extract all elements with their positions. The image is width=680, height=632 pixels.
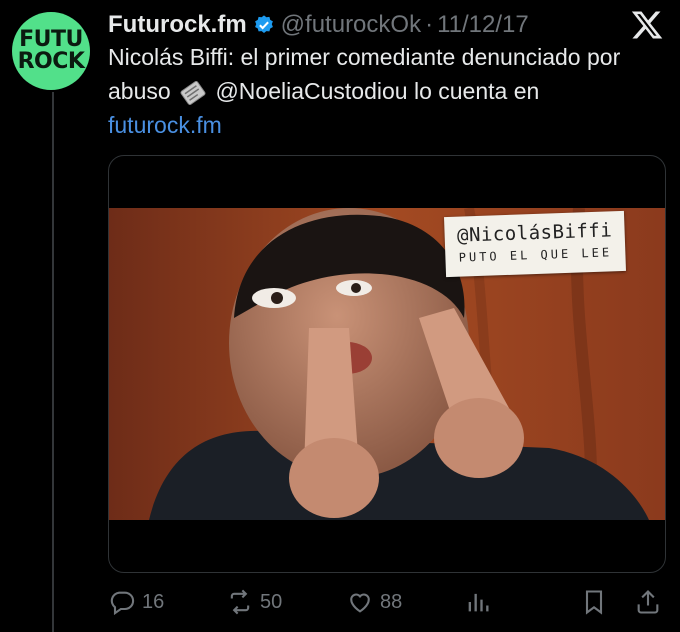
header-separator: · (425, 11, 434, 38)
avatar[interactable]: FUTU ROCK (12, 12, 90, 90)
like-button[interactable]: 88 (346, 588, 402, 616)
like-icon (350, 593, 370, 613)
views-icon (468, 593, 489, 612)
tweet-link[interactable]: futurock.fm (108, 112, 222, 138)
tweet-text-mention[interactable]: @NoeliaCustodiou lo cuenta en (215, 78, 539, 104)
action-bar: 16 50 88 (108, 584, 668, 620)
views-button[interactable] (464, 588, 498, 616)
newspaper-icon (180, 80, 206, 105)
share-icon (637, 590, 659, 614)
reply-button[interactable]: 16 (108, 588, 164, 616)
tweet-text: Nicolás Biffi: el primer comediante denu… (108, 40, 668, 142)
avatar-text-bottom: ROCK (17, 49, 85, 74)
photo-sign: @NicolásBiffi PUTO EL QUE LEE (444, 210, 626, 278)
reply-count: 16 (142, 590, 165, 613)
avatar-text-top: FUTU (19, 27, 83, 52)
like-count: 88 (380, 590, 403, 613)
author-name[interactable]: Futurock.fm (108, 11, 247, 39)
share-button[interactable] (634, 588, 668, 616)
tweet-header: Futurock.fm @futurockOk · 11/12/17 (108, 10, 660, 40)
author-handle[interactable]: @futurockOk (281, 11, 421, 39)
retweet-count: 50 (260, 590, 283, 613)
verified-badge-icon (254, 15, 273, 33)
thread-line (52, 92, 54, 632)
tweet-date[interactable]: 11/12/17 (437, 11, 529, 39)
bookmark-icon (585, 590, 603, 615)
bookmark-button[interactable] (580, 588, 614, 616)
x-logo-icon[interactable] (630, 8, 664, 42)
media-card[interactable]: @NicolásBiffi PUTO EL QUE LEE (108, 155, 666, 573)
sign-line-1: @NicolásBiffi (456, 219, 613, 247)
retweet-button[interactable]: 50 (226, 588, 282, 616)
reply-icon (110, 591, 135, 616)
retweet-icon (230, 589, 250, 615)
